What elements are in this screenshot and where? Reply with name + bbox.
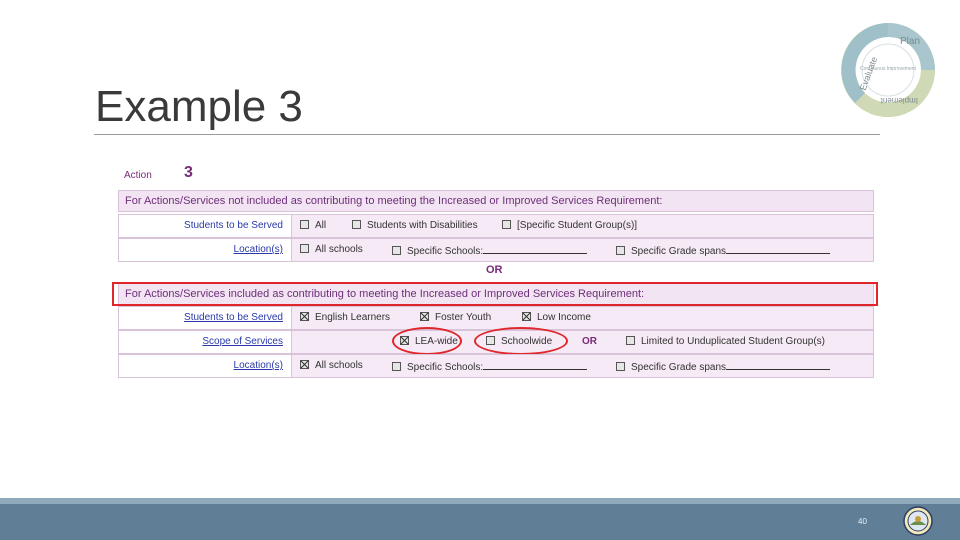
- page-number: 40: [858, 517, 867, 526]
- location-label[interactable]: Location(s): [119, 355, 291, 377]
- schoolwide-highlight-oval: [474, 327, 568, 355]
- checkbox-students-disabilities[interactable]: Students with Disabilities: [352, 220, 478, 232]
- checked-box-icon: [300, 360, 309, 369]
- lea-wide-highlight-oval: [392, 327, 462, 355]
- checkbox-all[interactable]: All: [300, 220, 326, 232]
- checkbox-icon: [300, 220, 309, 229]
- specific-schools-line[interactable]: [483, 244, 588, 254]
- location-label[interactable]: Location(s): [119, 239, 291, 261]
- section1-students-row: Students to be Served All Students with …: [118, 214, 874, 238]
- students-label[interactable]: Students to be Served: [119, 307, 291, 329]
- grade-spans-line[interactable]: [726, 244, 831, 254]
- state-seal-icon: [903, 506, 933, 536]
- section2-location-row: Location(s) All schools Specific Schools…: [118, 354, 874, 378]
- checkbox-grade-spans[interactable]: Specific Grade spans: [616, 244, 831, 257]
- slide-title: Example 3: [95, 82, 303, 131]
- logo-implement-label: Implement: [880, 96, 918, 105]
- checkbox-limited-unduplicated[interactable]: Limited to Unduplicated Student Group(s): [626, 336, 825, 348]
- checkbox-specific-schools[interactable]: Specific Schools:: [392, 360, 588, 373]
- grade-spans-line[interactable]: [726, 360, 831, 370]
- or-divider: OR: [486, 264, 503, 276]
- checked-box-icon: [300, 312, 309, 321]
- checkbox-icon: [626, 336, 635, 345]
- checkbox-foster-youth[interactable]: Foster Youth: [420, 312, 491, 324]
- scope-or: OR: [582, 336, 597, 347]
- checkbox-english-learners[interactable]: English Learners: [300, 312, 390, 324]
- title-divider: [94, 134, 880, 135]
- checkbox-all-schools[interactable]: All schools: [300, 244, 363, 256]
- action-label: Action: [124, 170, 152, 181]
- section1-header: For Actions/Services not included as con…: [118, 190, 874, 212]
- checked-box-icon: [522, 312, 531, 321]
- section2-students-row: Students to be Served English Learners F…: [118, 306, 874, 330]
- specific-schools-line[interactable]: [483, 360, 588, 370]
- checkbox-low-income[interactable]: Low Income: [522, 312, 591, 324]
- checkbox-icon: [300, 244, 309, 253]
- footer-bar: [0, 498, 960, 540]
- scope-label[interactable]: Scope of Services: [119, 331, 291, 353]
- checkbox-specific-schools[interactable]: Specific Schools:: [392, 244, 588, 257]
- students-label: Students to be Served: [184, 220, 283, 231]
- checked-box-icon: [420, 312, 429, 321]
- continuous-improvement-cycle-icon: Plan Implement Evaluate Continuous Impro…: [841, 23, 935, 117]
- action-number: 3: [184, 164, 193, 181]
- checkbox-icon: [392, 246, 401, 255]
- checkbox-icon: [616, 246, 625, 255]
- checkbox-all-schools[interactable]: All schools: [300, 360, 363, 372]
- checkbox-grade-spans[interactable]: Specific Grade spans: [616, 360, 831, 373]
- logo-plan-label: Plan: [900, 36, 920, 47]
- logo-center-text: Continuous Improvement: [860, 66, 916, 72]
- highlight-box: [112, 282, 878, 306]
- section1-location-row: Location(s) All schools Specific Schools…: [118, 238, 874, 262]
- checkbox-icon: [502, 220, 511, 229]
- footer-accent: [0, 498, 960, 504]
- checkbox-icon: [392, 362, 401, 371]
- checkbox-icon: [352, 220, 361, 229]
- checkbox-specific-group[interactable]: [Specific Student Group(s)]: [502, 220, 637, 232]
- checkbox-icon: [616, 362, 625, 371]
